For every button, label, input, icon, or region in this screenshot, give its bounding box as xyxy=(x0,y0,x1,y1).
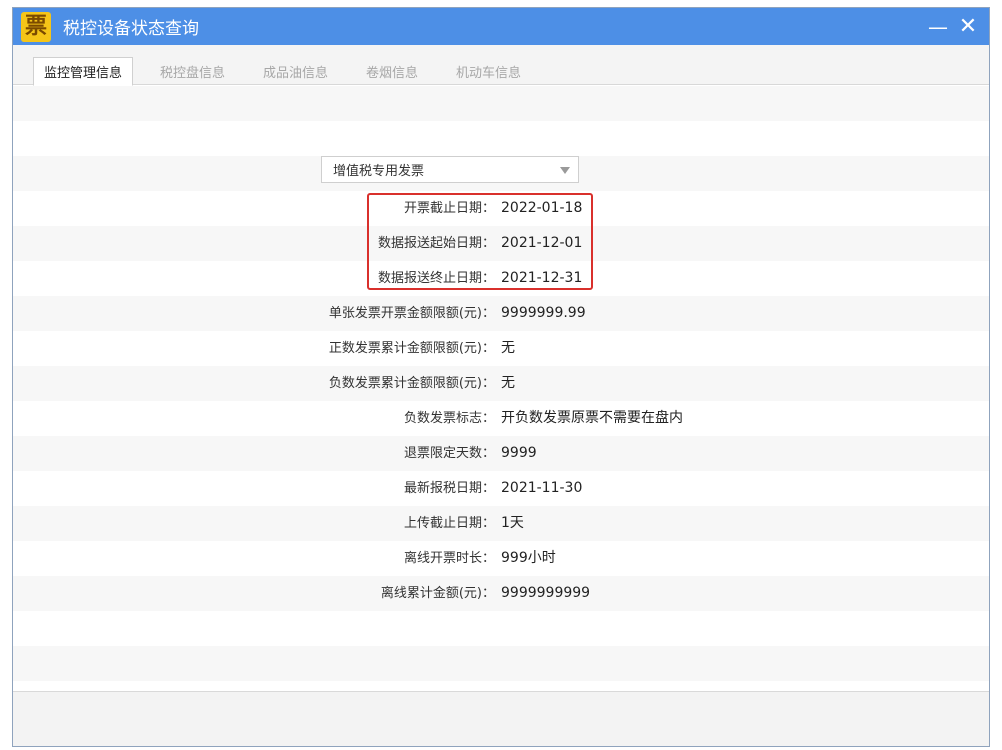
tab-tax-disk[interactable]: 税控盘信息 xyxy=(150,57,235,85)
field-negative-total-limit: 负数发票累计金额限额(元)： 无 xyxy=(13,366,989,401)
field-label: 离线开票时长： xyxy=(403,551,495,566)
field-value: 9999 xyxy=(501,445,537,461)
tab-cigarette[interactable]: 卷烟信息 xyxy=(356,57,428,85)
field-report-start-date: 数据报送起始日期： 2021-12-01 xyxy=(13,226,989,261)
field-label: 最新报税日期： xyxy=(403,481,495,496)
app-window: 票 税控设备状态查询 — ✕ 监控管理信息 税控盘信息 成品油信息 卷烟信息 机… xyxy=(12,7,990,747)
field-label: 退票限定天数： xyxy=(403,446,495,461)
invoice-type-selected: 增值税专用发票 xyxy=(333,164,425,179)
field-label: 数据报送起始日期： xyxy=(377,236,495,251)
field-label: 正数发票累计金额限额(元)： xyxy=(328,341,495,356)
field-value: 2021-12-01 xyxy=(501,235,583,251)
field-value: 开负数发票原票不需要在盘内 xyxy=(501,410,683,426)
field-label: 负数发票累计金额限额(元)： xyxy=(328,376,495,391)
minimize-button[interactable]: — xyxy=(923,8,953,45)
window-title: 税控设备状态查询 xyxy=(63,19,199,39)
field-positive-total-limit: 正数发票累计金额限额(元)： 无 xyxy=(13,331,989,366)
field-single-invoice-limit: 单张发票开票金额限额(元)： 9999999.99 xyxy=(13,296,989,331)
tab-refined-oil[interactable]: 成品油信息 xyxy=(253,57,338,85)
field-label: 负数发票标志： xyxy=(403,411,495,426)
field-value: 2021-12-31 xyxy=(501,270,583,286)
tab-monitor-management[interactable]: 监控管理信息 xyxy=(33,57,134,86)
footer-bar xyxy=(13,691,989,746)
field-invoice-deadline: 开票截止日期： 2022-01-18 xyxy=(13,191,989,226)
field-value: 9999999999 xyxy=(501,585,591,601)
field-label: 数据报送终止日期： xyxy=(377,271,495,286)
field-value: 1天 xyxy=(501,515,524,531)
field-report-end-date: 数据报送终止日期： 2021-12-31 xyxy=(13,261,989,296)
field-value: 2021-11-30 xyxy=(501,480,583,496)
field-refund-days-limit: 退票限定天数： 9999 xyxy=(13,436,989,471)
field-value: 9999999.99 xyxy=(501,305,586,321)
field-upload-deadline: 上传截止日期： 1天 xyxy=(13,506,989,541)
field-offline-duration: 离线开票时长： 999小时 xyxy=(13,541,989,576)
field-value: 999小时 xyxy=(501,550,556,566)
field-negative-invoice-flag: 负数发票标志： 开负数发票原票不需要在盘内 xyxy=(13,401,989,436)
field-offline-total-amount: 离线累计金额(元)： 9999999999 xyxy=(13,576,989,611)
invoice-type-select[interactable]: 增值税专用发票 xyxy=(321,156,579,183)
tab-motor-vehicle[interactable]: 机动车信息 xyxy=(446,57,531,85)
tab-bar: 监控管理信息 税控盘信息 成品油信息 卷烟信息 机动车信息 xyxy=(13,45,989,86)
field-label: 离线累计金额(元)： xyxy=(380,586,495,601)
field-label: 开票截止日期： xyxy=(403,201,495,216)
info-panel: 增值税专用发票 开票截止日期： 2022-01-18 数据报送起始日期： 202… xyxy=(13,86,989,691)
field-value: 无 xyxy=(501,340,515,356)
invoice-app-icon: 票 xyxy=(21,11,51,42)
field-value: 无 xyxy=(501,375,515,391)
field-label: 上传截止日期： xyxy=(403,516,495,531)
field-label: 单张发票开票金额限额(元)： xyxy=(328,306,495,321)
row-stripe xyxy=(13,86,989,121)
field-value: 2022-01-18 xyxy=(501,200,583,216)
close-button[interactable]: ✕ xyxy=(953,8,983,45)
row-stripe xyxy=(13,646,989,681)
field-latest-tax-report-date: 最新报税日期： 2021-11-30 xyxy=(13,471,989,506)
chevron-down-icon xyxy=(560,167,570,174)
title-bar: 票 税控设备状态查询 — ✕ xyxy=(13,8,989,45)
